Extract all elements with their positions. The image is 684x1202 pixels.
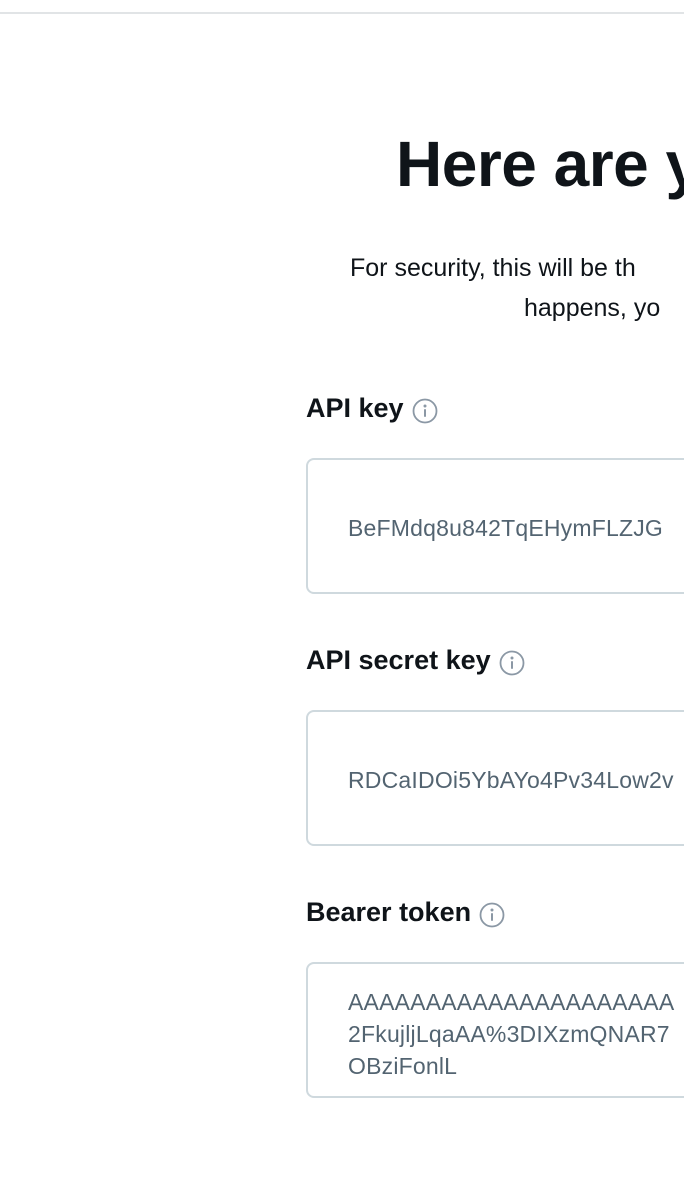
api-secret-key-field[interactable]: RDCaIDOi5YbAYo4Pv34Low2v	[306, 710, 684, 846]
bearer-token-label-row: Bearer token	[306, 896, 505, 928]
api-secret-key-label-row: API secret key	[306, 644, 525, 676]
api-key-info-icon[interactable]	[412, 398, 438, 424]
api-secret-key-value[interactable]: RDCaIDOi5YbAYo4Pv34Low2v	[348, 766, 674, 794]
api-secret-key-info-icon[interactable]	[499, 650, 525, 676]
bearer-token-value[interactable]: AAAAAAAAAAAAAAAAAAAAA 2FkujljLqaAA%3DIXz…	[348, 986, 684, 1082]
page-title: Here are y	[396, 128, 684, 200]
bearer-token-line-2[interactable]: 2FkujljLqaAA%3DIXzmQNAR7	[348, 1018, 684, 1050]
top-divider	[0, 12, 684, 14]
api-key-label-row: API key	[306, 392, 438, 424]
bearer-token-line-3[interactable]: OBziFonlL	[348, 1050, 684, 1082]
keys-page: Here are y For security, this will be th…	[0, 0, 684, 1202]
bearer-token-field[interactable]: AAAAAAAAAAAAAAAAAAAAA 2FkujljLqaAA%3DIXz…	[306, 962, 684, 1098]
intro-text-line-1: For security, this will be th	[350, 254, 636, 282]
intro-text-line-2: happens, yo	[524, 294, 661, 322]
api-secret-key-label: API secret key	[306, 645, 491, 675]
bearer-token-label: Bearer token	[306, 897, 472, 927]
api-key-value[interactable]: BeFMdq8u842TqEHymFLZJG	[348, 514, 663, 542]
api-key-field[interactable]: BeFMdq8u842TqEHymFLZJG	[306, 458, 684, 594]
api-key-label: API key	[306, 393, 404, 423]
bearer-token-info-icon[interactable]	[479, 902, 505, 928]
bearer-token-line-1[interactable]: AAAAAAAAAAAAAAAAAAAAA	[348, 986, 684, 1018]
